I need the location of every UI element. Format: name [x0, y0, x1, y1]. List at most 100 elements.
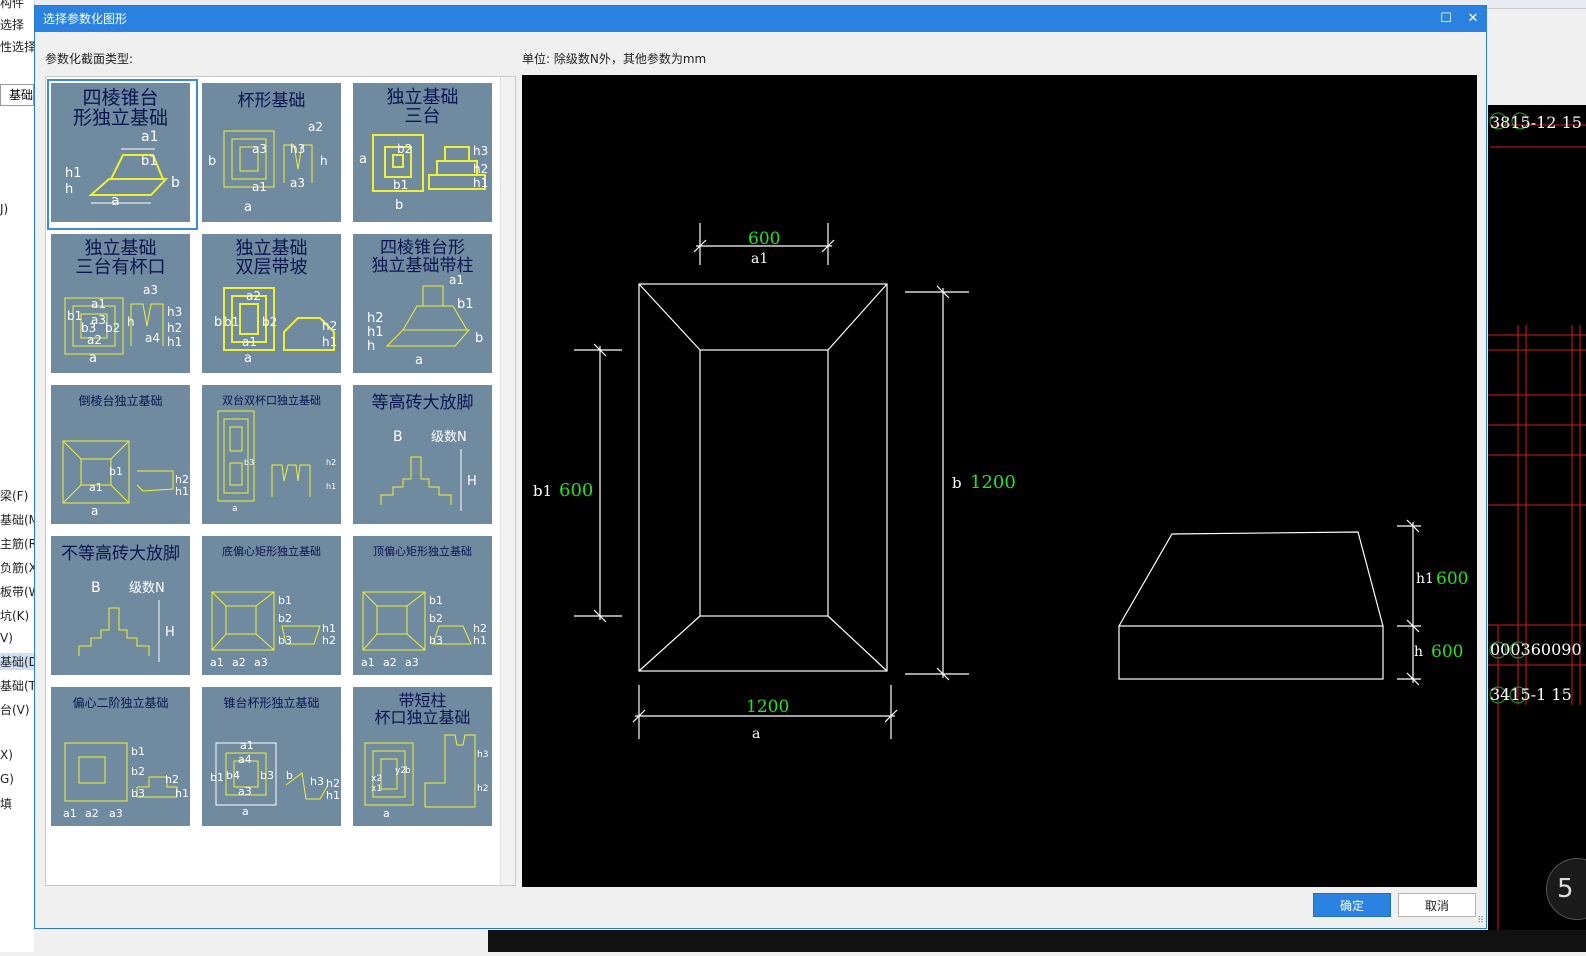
svg-text:b2: b2 — [262, 315, 277, 329]
svg-text:a1: a1 — [141, 129, 159, 145]
shape-title: 不等高砖大放脚 — [61, 544, 180, 564]
shape-thumbnail: a1 a4 b1 b4 b3 a3 b h3 h2 h1 a 锥台杯形独立基础 — [202, 687, 341, 826]
app-nav-item[interactable]: G) — [0, 772, 14, 786]
unit-label: 单位: 除级数N外，其他参数为mm — [522, 52, 707, 66]
svg-text:h2: h2 — [167, 321, 182, 335]
section-type-label: 参数化截面类型: — [45, 52, 134, 66]
app-nav-item[interactable]: X) — [0, 748, 13, 762]
app-tab-foundation[interactable]: 基础 — [0, 84, 34, 106]
app-nav-item[interactable]: 性选择 — [0, 38, 36, 55]
svg-text:h1: h1 — [326, 482, 336, 491]
plan-outer-rect — [638, 283, 888, 672]
shape-tile[interactable]: b3 h2 h1 a 双台双杯口独立基础 — [198, 381, 349, 532]
shape-tile[interactable]: a1 b1 a3 b3 b2 a2 a3 h h3 h2 h1 a4 a 独立基础 三台有杯口 — [47, 230, 198, 381]
shape-tile[interactable]: b1 b2 b3 h2 h1 a1 a2 a3 偏心二阶独立基础 — [47, 683, 198, 834]
svg-text:a3: a3 — [238, 785, 252, 798]
shape-list[interactable]: a1 b1 h1 h b a 四棱锥台 形独立基础 b a3 a1 a2 h3 h a3 a 杯形基础 a b2 h… — [45, 76, 516, 886]
app-nav-item[interactable]: V) — [0, 631, 13, 645]
svg-text:a: a — [111, 193, 120, 209]
svg-text:h: h — [65, 182, 73, 197]
b1-value: 600 — [559, 480, 593, 501]
app-drawing-lines — [1488, 112, 1586, 952]
svg-text:a2: a2 — [383, 656, 397, 669]
shape-tile[interactable]: b1 a1 h2 h1 a 倒棱台独立基础 — [47, 381, 198, 532]
svg-text:a2: a2 — [308, 120, 323, 134]
app-nav-item[interactable]: 台(V) — [0, 701, 30, 718]
svg-text:h1: h1 — [65, 166, 82, 181]
cancel-button[interactable]: 取消 — [1398, 893, 1476, 917]
svg-text:H: H — [165, 625, 175, 640]
svg-text:h1: h1 — [473, 176, 488, 190]
svg-text:a3: a3 — [109, 807, 123, 820]
svg-text:b3: b3 — [244, 458, 254, 467]
svg-text:a2: a2 — [87, 333, 102, 347]
svg-text:b3: b3 — [131, 787, 145, 800]
close-icon[interactable]: ✕ — [1460, 6, 1486, 32]
app-nav-item[interactable]: J) — [0, 202, 8, 216]
app-nav-item[interactable]: 选择 — [0, 16, 24, 33]
svg-text:h1: h1 — [322, 335, 337, 349]
shape-tile[interactable]: b a3 a1 a2 h3 h a3 a 杯形基础 — [198, 79, 349, 230]
shape-tile[interactable]: b1 b2 b3 h2 h1 a1 a2 a3 顶偏心矩形独立基础 — [349, 532, 500, 683]
shape-tile[interactable]: a2 b b1 b2 h2 h1 a1 a 独立基础 双层带坡 — [198, 230, 349, 381]
shape-title: 独立基础 三台 — [386, 87, 459, 127]
shape-tile[interactable]: x2 x1 y2 b h3 h2 a 带短柱 杯口独立基础 — [349, 683, 500, 834]
shape-thumbnail: x2 x1 y2 b h3 h2 a 带短柱 杯口独立基础 — [353, 687, 492, 826]
shape-thumbnail: b1 b2 b3 h2 h1 a1 a2 a3 偏心二阶独立基础 — [51, 687, 190, 826]
shape-thumbnail: b a3 a1 a2 h3 h a3 a 杯形基础 — [202, 83, 341, 222]
app-nav-item[interactable]: 坑(K) — [0, 607, 29, 624]
svg-text:a1: a1 — [252, 180, 267, 194]
shape-tile[interactable]: B 级数N H 等高砖大放脚 — [349, 381, 500, 532]
svg-text:h1: h1 — [473, 634, 487, 647]
h-label: h — [1414, 644, 1423, 660]
svg-text:b2: b2 — [278, 612, 292, 625]
svg-text:a1: a1 — [240, 739, 254, 752]
svg-text:h2: h2 — [473, 162, 488, 176]
svg-text:b: b — [214, 315, 222, 330]
shape-title: 独立基础 三台有杯口 — [75, 238, 166, 278]
h1-label: h1 — [1416, 571, 1434, 587]
svg-text:b3: b3 — [278, 634, 292, 647]
shape-list-scrollbar[interactable] — [500, 77, 515, 885]
dialog-title: 选择参数化图形 — [43, 12, 128, 26]
app-drawing-canvas: 3815-12 15 000360090 3415-1 15 — [1488, 105, 1586, 952]
shape-title: 顶偏心矩形独立基础 — [373, 545, 472, 558]
svg-text:a: a — [91, 504, 98, 518]
svg-text:a3: a3 — [252, 142, 267, 156]
shape-thumbnail: a1 b1 h1 h b a 四棱锥台 形独立基础 — [51, 83, 190, 222]
svg-text:a1: a1 — [63, 807, 77, 820]
shape-thumbnail: a1 b1 a3 b3 b2 a2 a3 h h3 h2 h1 a4 a 独立基础 三台有杯口 — [51, 234, 190, 373]
shape-title: 底偏心矩形独立基础 — [222, 545, 321, 558]
resize-grip-icon[interactable]: ⠿ — [1477, 916, 1484, 926]
svg-text:a: a — [383, 807, 390, 820]
app-nav-item[interactable]: 构件 — [0, 0, 24, 11]
shape-tile[interactable]: b1 b2 b3 h1 h2 a1 a2 a3 底偏心矩形独立基础 — [198, 532, 349, 683]
shape-thumbnail: B 级数N H 等高砖大放脚 — [353, 385, 492, 524]
app-drawing-text: 3815-12 15 — [1490, 113, 1582, 132]
shape-tile[interactable]: a1 a4 b1 b4 b3 a3 b h3 h2 h1 a 锥台杯形独立基础 — [198, 683, 349, 834]
shape-tile[interactable]: B 级数N H 不等高砖大放脚 — [47, 532, 198, 683]
shape-thumbnail: b1 b2 b3 h1 h2 a1 a2 a3 底偏心矩形独立基础 — [202, 536, 341, 675]
svg-text:h: h — [127, 315, 135, 329]
svg-text:h1: h1 — [367, 325, 384, 340]
shape-title: 四棱锥台形 独立基础带柱 — [371, 238, 474, 276]
ok-button[interactable]: 确定 — [1313, 893, 1391, 917]
svg-text:h: h — [367, 339, 375, 354]
svg-text:a1: a1 — [361, 656, 375, 669]
shape-tile[interactable]: a b2 h3 h2 h1 b1 b 独立基础 三台 — [349, 79, 500, 230]
svg-text:b1: b1 — [210, 771, 224, 784]
shape-title: 独立基础 双层带坡 — [235, 238, 308, 278]
app-nav-item[interactable]: 填 — [0, 795, 12, 812]
svg-text:a2: a2 — [246, 289, 261, 303]
a-label: a — [752, 726, 760, 742]
dialog-titlebar[interactable]: 选择参数化图形 ☐ ✕ — [35, 6, 1486, 32]
shape-tile[interactable]: a1 b1 h1 h b a 四棱锥台 形独立基础 — [47, 79, 198, 230]
maximize-icon[interactable]: ☐ — [1433, 6, 1459, 32]
svg-text:h3: h3 — [290, 142, 305, 156]
svg-text:a3: a3 — [254, 656, 268, 669]
svg-text:b2: b2 — [429, 612, 443, 625]
shape-tile[interactable]: a1 b1 h2 h1 h b a 四棱锥台形 独立基础带柱 — [349, 230, 500, 381]
svg-text:a: a — [89, 351, 97, 366]
svg-text:a4: a4 — [145, 331, 160, 345]
app-nav-item[interactable]: 梁(F) — [0, 487, 28, 504]
